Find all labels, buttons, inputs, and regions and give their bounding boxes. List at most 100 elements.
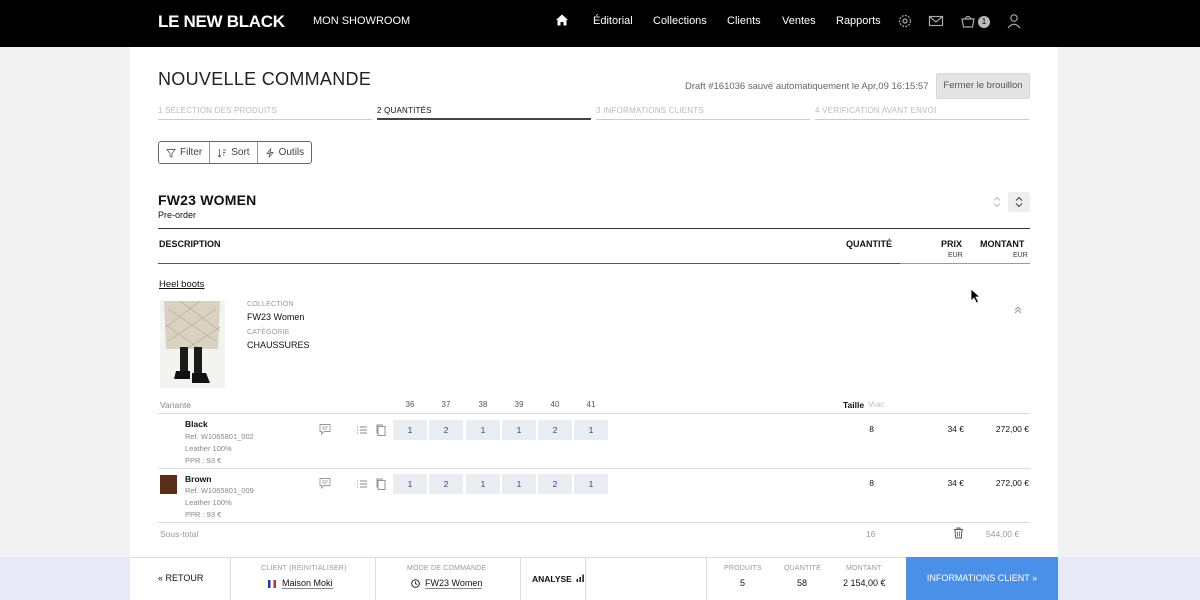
qty-input-40[interactable]: 2: [538, 420, 572, 440]
nav-collections[interactable]: Collections: [653, 15, 707, 27]
amount-total: 2 154,00 €: [843, 578, 886, 588]
clock-icon: [411, 579, 420, 588]
toolbar: Filter Sort Outils: [158, 141, 313, 164]
variant-ppr: PPR : 93 €: [185, 456, 222, 465]
vrac-toggle[interactable]: Vrac: [868, 400, 884, 409]
divider: [706, 557, 707, 600]
collection-label: COLLECTION: [247, 301, 294, 308]
qty-input-38[interactable]: 1: [466, 420, 500, 440]
taille-toggle[interactable]: Taille: [843, 400, 864, 410]
product-name-link[interactable]: Heel boots: [159, 279, 204, 290]
client-name: Maison Moki: [282, 578, 333, 589]
product-image[interactable]: [160, 301, 225, 388]
order-mode-label: MODE DE COMMANDE: [407, 565, 487, 572]
qty-input-39[interactable]: 1: [502, 474, 536, 494]
color-swatch-black: [160, 420, 177, 439]
qty-input-40[interactable]: 2: [538, 474, 572, 494]
category-label: CATÉGORIE: [247, 329, 290, 336]
sort-label: Sort: [231, 147, 250, 158]
mail-icon[interactable]: [928, 13, 944, 29]
collection-section-title: FW23 WOMEN: [158, 192, 257, 208]
collapse-icon[interactable]: [1012, 304, 1024, 316]
user-icon[interactable]: [1006, 13, 1022, 29]
size-header-37: 37: [441, 400, 451, 409]
nav-ventes[interactable]: Ventes: [782, 15, 816, 27]
qty-input-36[interactable]: 1: [393, 474, 427, 494]
basket-icon[interactable]: [960, 13, 976, 29]
variant-column-label: Variante: [160, 400, 192, 410]
size-header-36: 36: [405, 400, 415, 409]
showroom-link[interactable]: MON SHOWROOM: [313, 15, 410, 27]
header-amount-unit: EUR: [1013, 252, 1028, 259]
divider: [520, 557, 521, 600]
step-verification[interactable]: 4 VÉRIFICATION AVANT ENVOI: [815, 106, 1029, 120]
sort-button[interactable]: Sort: [210, 142, 258, 163]
size-header-39: 39: [514, 400, 524, 409]
variant-price: 34 €: [947, 478, 964, 488]
qty-input-36[interactable]: 1: [393, 420, 427, 440]
draft-autosave-status: Draft #161036 sauvé automatiquement le A…: [685, 81, 929, 92]
close-draft-button[interactable]: Fermer le brouillon: [936, 73, 1030, 99]
comment-icon[interactable]: [319, 423, 331, 435]
header-price: PRIX: [941, 239, 963, 249]
step-client-info[interactable]: 3 INFORMATIONS CLIENTS: [596, 106, 810, 120]
size-header-40: 40: [550, 400, 560, 409]
divider: [158, 263, 900, 264]
back-button[interactable]: « RETOUR: [158, 573, 203, 583]
copy-icon[interactable]: [375, 478, 387, 490]
variant-ref: Ref. W1065801_009: [185, 486, 254, 495]
expand-collapse-button[interactable]: [1008, 192, 1030, 212]
nav-clients[interactable]: Clients: [727, 15, 761, 27]
variant-name: Black: [185, 419, 208, 429]
order-mode-selector[interactable]: FW23 Women: [411, 578, 483, 589]
qty-input-41[interactable]: 1: [574, 474, 608, 494]
qty-input-37[interactable]: 2: [429, 420, 463, 440]
settings-icon[interactable]: [897, 13, 913, 29]
header-quantity: QUANTITÉ: [846, 239, 892, 249]
boots-photo: [160, 301, 225, 388]
qty-input-38[interactable]: 1: [466, 474, 500, 494]
qty-input-41[interactable]: 1: [574, 420, 608, 440]
header-amount: MONTANT: [980, 239, 1025, 249]
variant-amount: 272,00 €: [995, 478, 1029, 488]
comment-icon[interactable]: [319, 477, 331, 489]
tools-label: Outils: [278, 147, 305, 158]
tools-button[interactable]: Outils: [258, 142, 312, 163]
divider: [230, 557, 231, 600]
analyse-button[interactable]: ANALYSE: [532, 574, 585, 584]
client-info-button[interactable]: INFORMATIONS CLIENT »: [906, 557, 1058, 600]
variant-ppr: PPR : 93 €: [185, 510, 222, 519]
nav-editorial[interactable]: Éditorial: [593, 15, 633, 27]
page-title: NOUVELLE COMMANDE: [158, 69, 372, 89]
list-icon[interactable]: [356, 478, 368, 490]
header-description: DESCRIPTION: [159, 239, 221, 249]
divider: [900, 263, 1030, 264]
sort-icon: [217, 148, 227, 158]
client-label[interactable]: CLIENT (RÉINITIALISER): [261, 565, 347, 572]
cart-count-badge: 1: [978, 16, 990, 28]
filter-button[interactable]: Filter: [159, 142, 211, 163]
variant-total-qty: 8: [869, 424, 874, 434]
qty-input-39[interactable]: 1: [502, 420, 536, 440]
copy-icon[interactable]: [375, 424, 387, 436]
quantity-total: 58: [797, 578, 808, 588]
step-product-selection[interactable]: 1 SÉLECTION DES PRODUITS: [158, 106, 372, 120]
nav-rapports[interactable]: Rapports: [836, 15, 881, 27]
divider: [375, 557, 376, 600]
trash-icon[interactable]: [953, 527, 964, 539]
filter-label: Filter: [180, 147, 203, 158]
top-navigation-bar: LE NEW BLACK MON SHOWROOM Éditorial Coll…: [0, 0, 1200, 47]
qty-input-37[interactable]: 2: [429, 474, 463, 494]
list-icon[interactable]: [356, 424, 368, 436]
subtotal-qty: 16: [866, 529, 876, 539]
divider: [158, 228, 1030, 229]
order-mode-value: FW23 Women: [425, 578, 483, 589]
variant-price: 34 €: [947, 424, 964, 434]
reorder-icon[interactable]: [990, 195, 1004, 209]
brand-logo[interactable]: LE NEW BLACK: [158, 12, 285, 32]
client-selector[interactable]: Maison Moki: [268, 578, 333, 589]
size-header-41: 41: [586, 400, 596, 409]
subtotal-amount: 544,00 €: [986, 529, 1020, 539]
step-quantities[interactable]: 2 QUANTITÉS: [377, 106, 591, 120]
home-icon[interactable]: [555, 13, 569, 27]
